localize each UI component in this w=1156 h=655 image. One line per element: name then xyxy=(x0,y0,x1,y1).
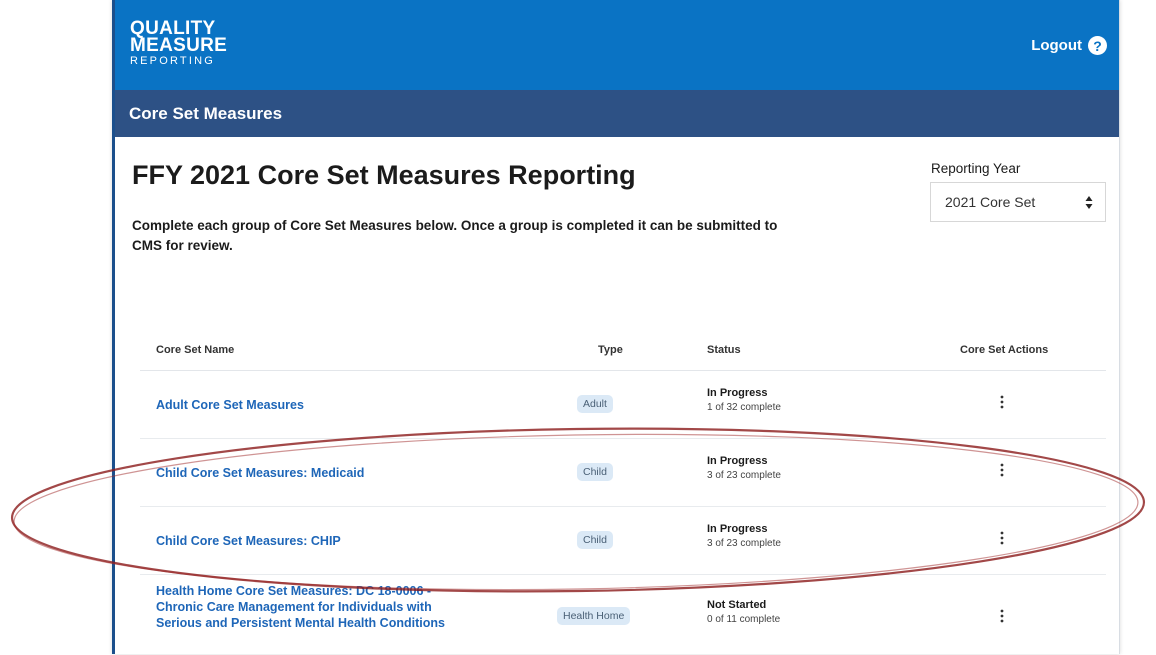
core-set-link[interactable]: Health Home Core Set Measures: DC 18-000… xyxy=(156,583,466,631)
subheader-title: Core Set Measures xyxy=(129,104,283,123)
logo-line-reporting: REPORTING xyxy=(130,55,215,67)
app-logo[interactable]: QUALITY MEASURE REPORTING xyxy=(130,19,228,68)
kebab-dots xyxy=(1000,609,1004,623)
table-header-row: Core Set Name Type Status Core Set Actio… xyxy=(140,336,1106,371)
status-label: In Progress xyxy=(707,455,768,467)
core-set-link[interactable]: Child Core Set Measures: Medicaid xyxy=(156,465,364,481)
app-window: QUALITY MEASURE REPORTING Logout ? Core … xyxy=(112,0,1120,654)
type-badge: Health Home xyxy=(557,607,631,625)
status-count: 1 of 32 complete xyxy=(707,402,781,413)
logout-button[interactable]: Logout ? xyxy=(1031,36,1107,55)
reporting-year-select[interactable]: 2021 Core Set xyxy=(930,182,1106,222)
kebab-dots xyxy=(1000,463,1004,477)
status-label: In Progress xyxy=(707,523,768,535)
column-header-type: Type xyxy=(598,344,623,356)
kebab-menu-icon[interactable] xyxy=(997,459,1007,481)
kebab-dots xyxy=(1000,531,1004,545)
status-label: Not Started xyxy=(707,599,767,611)
status-cell: In Progress 1 of 32 complete xyxy=(707,387,781,413)
column-header-actions: Core Set Actions xyxy=(960,344,1049,356)
type-badge: Child xyxy=(577,531,613,549)
status-cell: Not Started 0 of 11 complete xyxy=(707,599,780,625)
reporting-year-label: Reporting Year xyxy=(931,161,1021,176)
column-header-status: Status xyxy=(707,344,741,356)
table-row: Health Home Core Set Measures: DC 18-000… xyxy=(140,575,1106,655)
kebab-menu-icon[interactable] xyxy=(997,605,1007,627)
reporting-year-value: 2021 Core Set xyxy=(945,194,1036,210)
logo-line-measure: MEASURE xyxy=(130,35,228,56)
core-set-link[interactable]: Adult Core Set Measures xyxy=(156,397,304,413)
sort-updown-icon xyxy=(1085,196,1093,209)
status-count: 3 of 23 complete xyxy=(707,470,781,481)
status-count: 3 of 23 complete xyxy=(707,538,781,549)
kebab-menu-icon[interactable] xyxy=(997,391,1007,413)
type-badge: Child xyxy=(577,463,613,481)
kebab-dots xyxy=(1000,395,1004,409)
page-subheader: Core Set Measures xyxy=(115,90,1119,137)
core-set-table: Core Set Name Type Status Core Set Actio… xyxy=(140,336,1106,655)
intro-text: Complete each group of Core Set Measures… xyxy=(132,218,778,253)
type-badge: Adult xyxy=(577,395,613,413)
table-row: Child Core Set Measures: Medicaid Child … xyxy=(140,439,1106,507)
status-label: In Progress xyxy=(707,387,768,399)
core-set-link[interactable]: Child Core Set Measures: CHIP xyxy=(156,533,341,549)
page-title: FFY 2021 Core Set Measures Reporting xyxy=(132,160,636,190)
status-cell: In Progress 3 of 23 complete xyxy=(707,455,781,481)
kebab-menu-icon[interactable] xyxy=(997,527,1007,549)
logout-label: Logout xyxy=(1031,37,1082,54)
status-cell: In Progress 3 of 23 complete xyxy=(707,523,781,549)
question-circle-icon[interactable]: ? xyxy=(1088,36,1107,55)
status-count: 0 of 11 complete xyxy=(707,614,781,625)
table-row: Child Core Set Measures: CHIP Child In P… xyxy=(140,507,1106,575)
table-row: Adult Core Set Measures Adult In Progres… xyxy=(140,371,1106,439)
column-header-name: Core Set Name xyxy=(156,344,235,356)
app-header: QUALITY MEASURE REPORTING Logout ? xyxy=(115,0,1119,90)
